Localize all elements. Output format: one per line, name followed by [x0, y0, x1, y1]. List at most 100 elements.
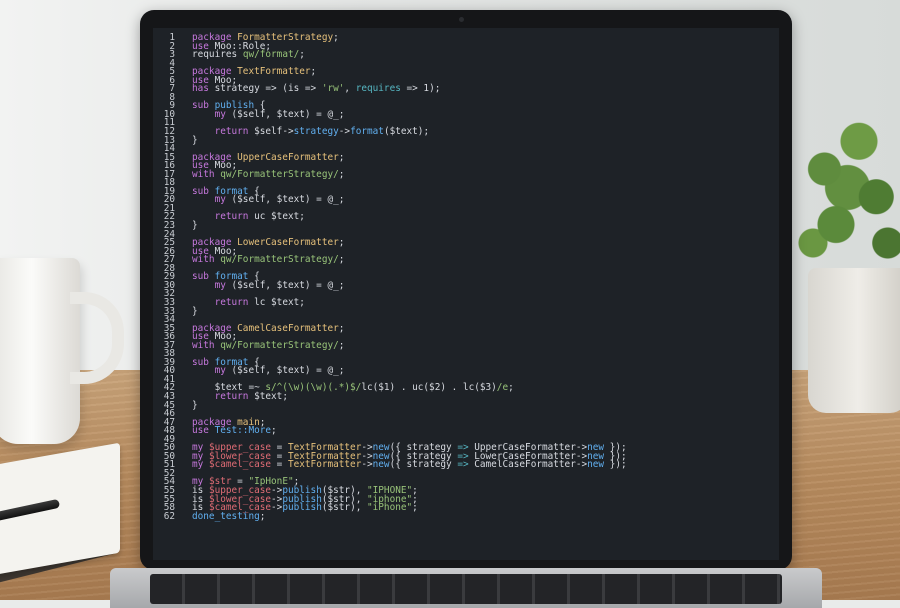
- code-token: 'rw': [321, 83, 345, 95]
- code-line[interactable]: 15 package UpperCaseFormatter;: [153, 151, 779, 163]
- plant-pot: [808, 268, 900, 413]
- code-line[interactable]: 33}: [153, 306, 779, 317]
- code-token: publish: [282, 502, 322, 514]
- code-line[interactable]: 30 my ($self, $text) = @_;: [153, 279, 779, 291]
- code-token: ;: [412, 502, 418, 514]
- code-token: ($str),: [321, 502, 367, 514]
- code-line[interactable]: 20 my ($self, $text) = @_;: [153, 194, 779, 206]
- code-token: lc($1) . uc($2) . lc($3): [361, 382, 497, 394]
- code-text: return lc $text;: [192, 296, 305, 308]
- code-line[interactable]: 40 my ($self, $text) = @_;: [153, 365, 779, 377]
- code-line[interactable]: 51 my $camel_case = TextFormatter->new({ …: [153, 459, 779, 471]
- code-text: use Test::More;: [192, 425, 277, 437]
- code-line[interactable]: 13}: [153, 134, 779, 146]
- code-line[interactable]: 3 requires qw/format/;: [153, 49, 779, 61]
- code-text: with qw/FormatterStrategy/;: [192, 254, 345, 266]
- code-line[interactable]: 10 my ($self, $text) = @_;: [153, 108, 779, 120]
- code-token: =: [271, 459, 288, 471]
- code-token: qw/FormatterStrategy/: [220, 168, 339, 180]
- code-token: ($self, $text) = @_;: [231, 108, 345, 120]
- code-token: ($self, $text) = @_;: [231, 365, 345, 377]
- code-token: format: [350, 126, 384, 138]
- code-token: ;: [299, 49, 305, 61]
- code-token: }: [192, 134, 198, 146]
- code-token: use: [192, 425, 215, 437]
- code-token: ($self, $text) = @_;: [231, 194, 345, 206]
- code-text: with qw/FormatterStrategy/;: [192, 339, 345, 351]
- code-text: my ($self, $text) = @_;: [192, 365, 345, 377]
- code-token: uc $text;: [254, 211, 305, 223]
- code-line[interactable]: 22 return uc $text;: [153, 211, 779, 223]
- code-area[interactable]: 1 package FormatterStrategy; 2 use Moo::Rol…: [153, 32, 779, 522]
- code-token: ->: [338, 126, 351, 138]
- code-line[interactable]: 5 package TextFormatter;: [153, 66, 779, 78]
- code-text: my $camel_case = TextFormatter->new({ st…: [192, 459, 627, 471]
- code-line[interactable]: 33 return lc $text;: [153, 296, 779, 308]
- code-line[interactable]: 7 has strategy => (is => 'rw', requires =…: [153, 83, 779, 95]
- code-token: new: [372, 459, 390, 471]
- code-line[interactable]: 62 done_testing;: [153, 510, 779, 522]
- code-line[interactable]: 12 return $self->strategy->format($text)…: [153, 126, 779, 138]
- code-token: ,: [344, 83, 356, 95]
- code-line[interactable]: 35 package CamelCaseFormatter;: [153, 322, 779, 334]
- code-token: return: [214, 390, 255, 402]
- code-token: ;: [338, 254, 345, 266]
- code-token: /e: [496, 382, 509, 394]
- code-text: my ($self, $text) = @_;: [192, 194, 345, 206]
- code-token: lc $text;: [254, 296, 305, 308]
- code-line[interactable]: 17 with qw/FormatterStrategy/;: [153, 168, 779, 180]
- code-token: with: [192, 254, 221, 266]
- code-line[interactable]: 45}: [153, 399, 779, 411]
- code-line[interactable]: 23}: [153, 220, 779, 232]
- code-token: CamelCaseFormatter->: [468, 459, 588, 471]
- code-text: }: [192, 220, 198, 232]
- code-line[interactable]: 27 with qw/FormatterStrategy/;: [153, 254, 779, 266]
- code-token: => 1);: [400, 83, 441, 95]
- code-token: qw/FormatterStrategy/: [220, 339, 339, 351]
- code-token: return: [214, 296, 255, 308]
- code-token: ;: [338, 151, 345, 163]
- code-token: requires: [355, 83, 401, 95]
- webcam-icon: [459, 17, 464, 22]
- coffee-mug: [0, 258, 80, 444]
- code-token: with: [192, 168, 221, 180]
- code-token: TextFormatter: [287, 459, 362, 471]
- code-token: my: [214, 279, 232, 291]
- code-line[interactable]: 37 with qw/FormatterStrategy/;: [153, 339, 779, 351]
- editor-screen[interactable]: 1 package FormatterStrategy; 2 use Moo::Rol…: [153, 28, 779, 560]
- code-token: =>: [457, 459, 469, 471]
- code-line[interactable]: 43 return $text;: [153, 390, 779, 402]
- code-token: done_testing: [192, 510, 260, 522]
- code-text: }: [192, 399, 198, 411]
- code-token: $text;: [254, 390, 288, 402]
- code-text: with qw/FormatterStrategy/;: [192, 168, 344, 180]
- code-token: ;: [338, 339, 345, 351]
- code-line[interactable]: 25 package LowerCaseFormatter;: [153, 238, 779, 248]
- code-text: my ($self, $text) = @_;: [192, 279, 345, 291]
- code-token: ;: [508, 382, 514, 394]
- code-token: UpperCaseFormatter: [237, 151, 339, 163]
- code-token: });: [604, 459, 627, 471]
- code-token: my: [214, 365, 232, 377]
- code-text: return $self->strategy->format($text);: [192, 126, 430, 138]
- code-token: strategy: [293, 126, 339, 138]
- code-token: ($text);: [383, 126, 430, 138]
- code-token: ;: [338, 322, 345, 334]
- code-token: Test::More: [214, 425, 272, 437]
- code-token: ;: [271, 425, 277, 437]
- code-token: ->: [271, 502, 283, 514]
- code-token: return: [214, 126, 255, 138]
- code-token: ;: [333, 32, 339, 43]
- code-line[interactable]: 48 use Test::More;: [153, 425, 779, 437]
- code-token: ;: [259, 510, 266, 522]
- plant-leaves: [790, 95, 900, 280]
- code-token: }: [192, 220, 198, 232]
- code-token: ;: [310, 66, 317, 78]
- code-token: return: [214, 211, 255, 223]
- code-token: has: [192, 83, 215, 95]
- code-token: my: [192, 459, 209, 471]
- code-token: }: [192, 399, 198, 411]
- code-token: qw/FormatterStrategy/: [220, 254, 339, 266]
